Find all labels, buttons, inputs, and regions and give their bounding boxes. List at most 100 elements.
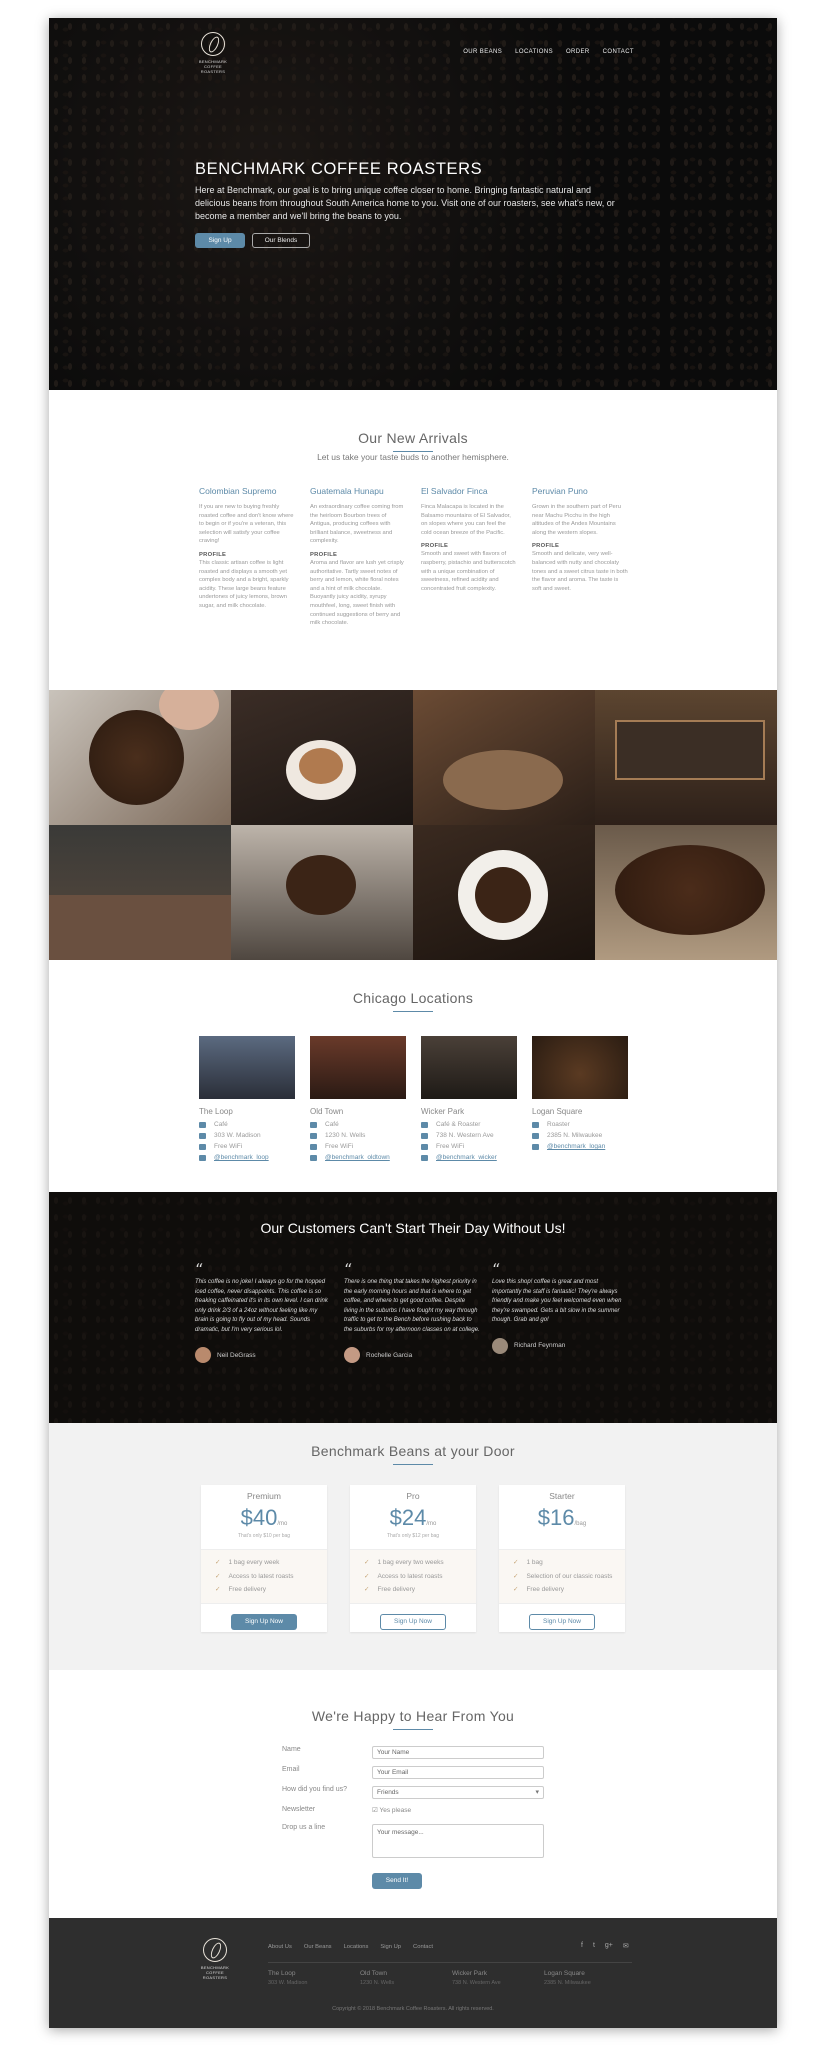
- gallery-photo-beans-handful: [231, 825, 413, 960]
- brand-logo[interactable]: BENCHMARK COFFEE ROASTERS: [197, 32, 229, 76]
- pricing-section: Benchmark Beans at your Door Premium $40…: [49, 1423, 777, 1670]
- arrival-name: Guatemala Hunapu: [310, 486, 384, 496]
- pricing-card-starter: Starter $16/bag 1 bag Selection of our c…: [499, 1485, 625, 1632]
- plan-feature: 1 bag every two weeks: [364, 1556, 476, 1570]
- name-label: Name: [282, 1746, 301, 1753]
- plan-price: $16: [537, 1505, 575, 1530]
- profile-label: PROFILE: [199, 551, 227, 558]
- footer-link-locations[interactable]: Locations: [344, 1944, 369, 1950]
- footer-location: The Loop 303 W. Madison: [268, 1970, 308, 1986]
- twitter-icon: [199, 1154, 206, 1161]
- arrivals-subtitle: Let us take your taste buds to another h…: [317, 452, 509, 462]
- gallery-photo-espresso-machine: [595, 690, 777, 825]
- arrival-description: Finca Malacapa is located in the Balsamo…: [421, 504, 511, 536]
- twitter-link[interactable]: @benchmark_logan: [547, 1143, 605, 1150]
- calendar-icon: [421, 1132, 428, 1139]
- gallery-photo-coffee-cup: [413, 825, 595, 960]
- referral-label: How did you find us?: [282, 1786, 347, 1793]
- arrivals-title: Our New Arrivals: [358, 430, 468, 446]
- avatar: [492, 1337, 508, 1354]
- plan-unit: /mo: [426, 1521, 437, 1527]
- sign-up-button[interactable]: Sign Up: [195, 233, 245, 248]
- location-photo: [532, 1036, 628, 1099]
- footer-link-beans[interactable]: Our Beans: [304, 1944, 332, 1950]
- arrival-description: An extraordinary coffee coming from the …: [310, 504, 404, 545]
- coffee-cup-icon: [310, 1121, 317, 1128]
- hero-section: BENCHMARK COFFEE ROASTERS OUR BEANS LOCA…: [49, 18, 777, 390]
- twitter-icon: [421, 1154, 428, 1161]
- quote-icon: “: [195, 1260, 204, 1279]
- locations-section: Chicago Locations The Loop Café 303 W. M…: [49, 960, 777, 1192]
- profile-label: PROFILE: [421, 543, 449, 550]
- email-field[interactable]: Your Email: [372, 1766, 544, 1779]
- coffee-cup-icon: [199, 1121, 206, 1128]
- twitter-icon: [310, 1154, 317, 1161]
- testimonials-title: Our Customers Can't Start Their Day With…: [260, 1220, 566, 1236]
- arrival-profile: Aroma and flavor are lush yet crisply au…: [310, 559, 404, 627]
- testimonial: “ There is one thing that takes the high…: [344, 1260, 480, 1363]
- plan-name: Pro: [406, 1491, 420, 1501]
- title-divider: [393, 1729, 433, 1730]
- plan-price: $40: [240, 1505, 278, 1530]
- testimonial-text: There is one thing that takes the highes…: [344, 1279, 480, 1333]
- footer-link-contact[interactable]: Contact: [413, 1944, 433, 1950]
- email-label: Email: [282, 1766, 300, 1773]
- location-photo: [310, 1036, 406, 1099]
- arrival-description: Grown in the southern part of Peru near …: [532, 504, 621, 536]
- starter-signup-button[interactable]: Sign Up Now: [529, 1613, 595, 1630]
- nav-order[interactable]: ORDER: [566, 49, 590, 55]
- plan-feature: 1 bag every week: [215, 1556, 327, 1570]
- twitter-icon[interactable]: t: [593, 1942, 595, 1950]
- plan-price: $24: [389, 1505, 427, 1530]
- nav-contact[interactable]: CONTACT: [603, 49, 634, 55]
- name-field[interactable]: Your Name: [372, 1746, 544, 1759]
- location-name: Wicker Park: [421, 1107, 465, 1116]
- footer-link-signup[interactable]: Sign Up: [380, 1944, 401, 1950]
- pro-signup-button[interactable]: Sign Up Now: [380, 1613, 446, 1630]
- testimonial-author: Rochelle Garcia: [366, 1351, 413, 1359]
- facebook-icon[interactable]: f: [581, 1942, 583, 1950]
- plan-feature: Access to latest roasts: [364, 1570, 476, 1584]
- testimonials-section: Our Customers Can't Start Their Day With…: [49, 1192, 777, 1423]
- our-blends-button[interactable]: Our Blends: [252, 233, 310, 248]
- plan-features: 1 bag every two weeks Access to latest r…: [350, 1549, 476, 1604]
- send-button[interactable]: Send It!: [372, 1873, 422, 1889]
- pricing-title: Benchmark Beans at your Door: [311, 1443, 515, 1459]
- premium-signup-button[interactable]: Sign Up Now: [231, 1613, 297, 1630]
- email-icon[interactable]: ✉: [623, 1942, 629, 1950]
- quote-icon: “: [344, 1260, 353, 1279]
- referral-select[interactable]: Friends: [372, 1786, 544, 1799]
- nav-locations[interactable]: LOCATIONS: [515, 49, 553, 55]
- contact-section: We're Happy to Hear From You Name Your N…: [49, 1670, 777, 1918]
- plan-feature: 1 bag: [513, 1556, 625, 1570]
- twitter-link[interactable]: @benchmark_oldtown: [325, 1154, 390, 1161]
- footer-logo[interactable]: BENCHMARK COFFEE ROASTERS: [199, 1938, 231, 1982]
- plan-feature: Free delivery: [215, 1583, 327, 1597]
- arrival-card: El Salvador Finca Finca Malacapa is loca…: [421, 486, 517, 593]
- footer-link-about[interactable]: About Us: [268, 1944, 292, 1950]
- arrival-description: If you are new to buying freshly roasted…: [199, 504, 294, 545]
- google-plus-icon[interactable]: g+: [605, 1942, 613, 1950]
- twitter-link[interactable]: @benchmark_loop: [214, 1154, 269, 1161]
- arrival-card: Guatemala Hunapu An extraordinary coffee…: [310, 486, 406, 628]
- brand-tagline: COFFEE ROASTERS: [200, 64, 226, 74]
- message-textarea[interactable]: Your message...: [372, 1824, 544, 1858]
- plan-feature: Selection of our classic roasts: [513, 1570, 625, 1584]
- testimonial-text: This coffee is no joke! I always go for …: [195, 1279, 328, 1333]
- twitter-link[interactable]: @benchmark_wicker: [436, 1154, 497, 1161]
- nav-our-beans[interactable]: OUR BEANS: [463, 49, 502, 55]
- location-card: The Loop Café 303 W. Madison Free WiFi @…: [199, 1036, 295, 1163]
- gallery-photo-cafe-interior: [49, 825, 231, 960]
- testimonial-text: Love this shop! coffee is great and most…: [492, 1279, 622, 1323]
- coffee-bean-icon: [203, 1938, 227, 1962]
- footer: BENCHMARK COFFEE ROASTERS About Us Our B…: [49, 1918, 777, 2028]
- location-card: Logan Square Roaster 2385 N. Milwaukee @…: [532, 1036, 628, 1152]
- footer-location: Wicker Park 738 N. Western Ave: [452, 1970, 501, 1986]
- arrival-profile: This classic artisan coffee is light roa…: [199, 559, 289, 609]
- calendar-icon: [199, 1132, 206, 1139]
- avatar: [344, 1347, 360, 1363]
- location-name: Old Town: [310, 1107, 344, 1116]
- gallery-photo-roaster: [413, 690, 595, 825]
- footer-location: Logan Square 2385 N. Milwaukee: [544, 1970, 591, 1986]
- newsletter-checkbox[interactable]: ☑ Yes please: [372, 1806, 411, 1814]
